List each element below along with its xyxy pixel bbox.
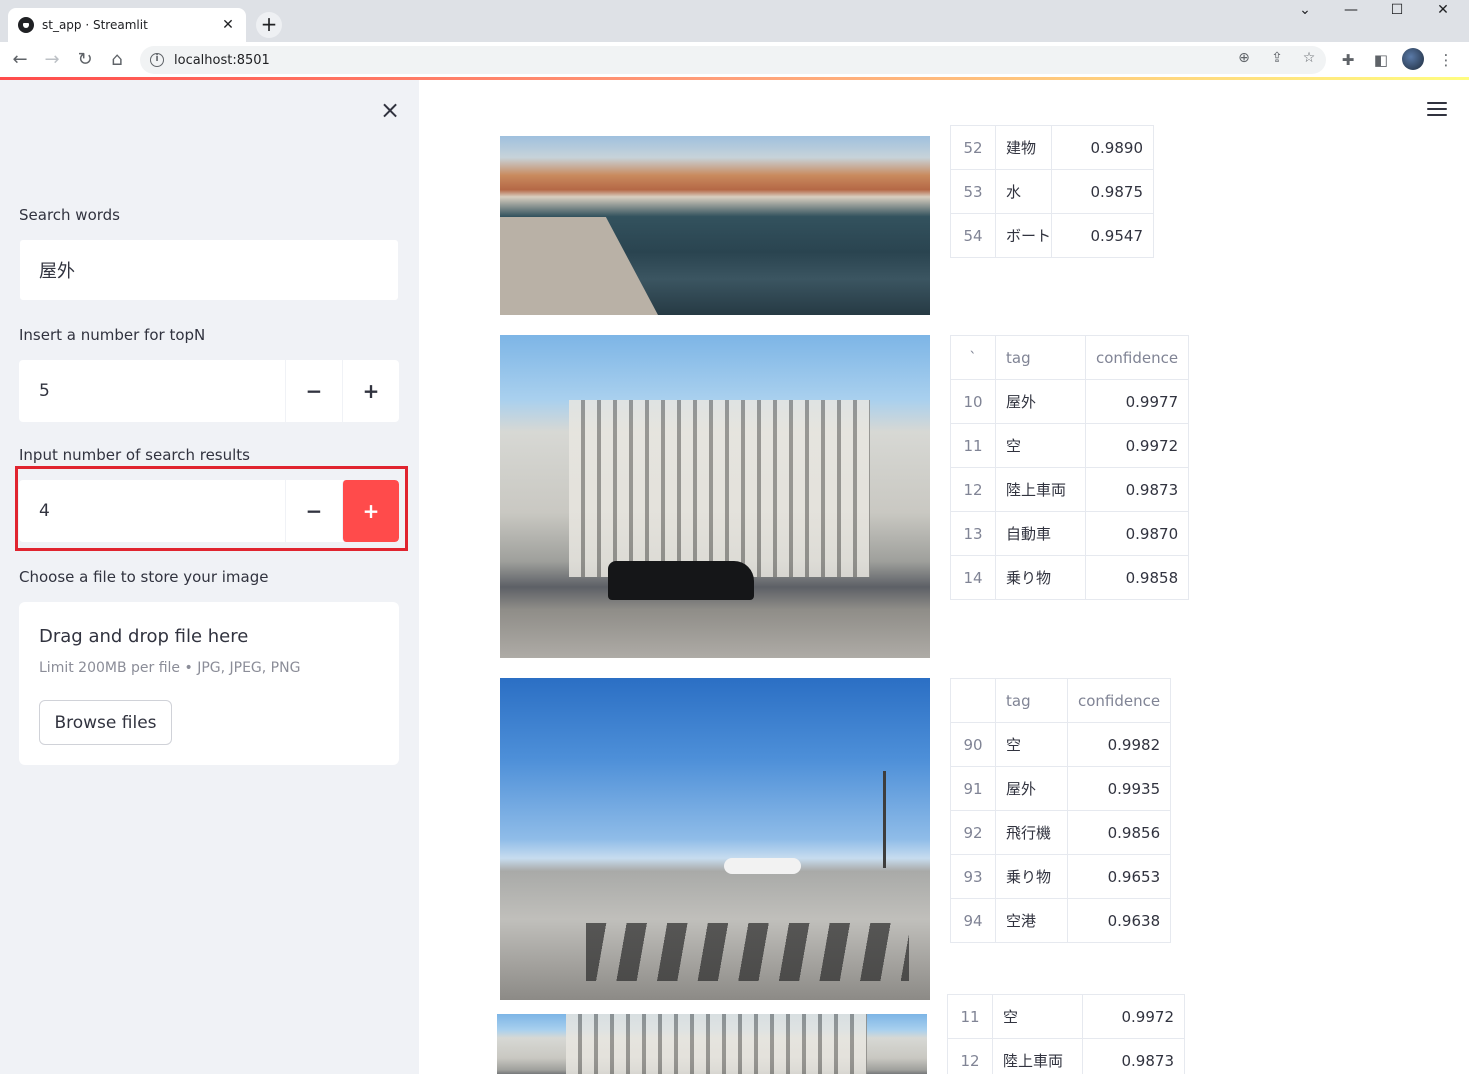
drag-drop-text: Drag and drop file here [39,626,249,647]
table-row: 14 乗り物 0.9858 [950,555,1190,600]
table-row: 12 陸上車両 0.9873 [947,1038,1185,1074]
search-words-input[interactable]: 屋外 [19,239,399,301]
home-icon[interactable]: ⌂ [105,48,129,72]
confidence-header[interactable]: confidence [1084,335,1190,380]
address-bar[interactable]: i localhost:8501 [140,46,1326,74]
tab-close-icon[interactable]: ✕ [220,17,236,33]
result-image-monument [500,335,930,658]
sidebar: × Search words 屋外 Insert a number for to… [0,80,419,1074]
extensions-puzzle-icon[interactable]: ✚ [1338,50,1358,70]
streamlit-favicon-icon [18,17,34,33]
table-row: 52 建物 0.9890 [950,125,1154,170]
table-row: 13 自動車 0.9870 [950,511,1190,556]
side-panel-icon[interactable]: ◧ [1371,50,1391,70]
browser-tab-strip: st_app · Streamlit ✕ + ⌄ — ☐ ✕ [0,0,1469,42]
browser-tab[interactable]: st_app · Streamlit ✕ [8,8,246,42]
table-row: 54 ボート 0.9547 [950,213,1154,258]
zoom-icon[interactable]: ⊕ [1234,48,1254,68]
main-content: 52 建物 0.9890 53 水 0.9875 54 ボート 0.9547 ` tag c… [419,80,1469,1074]
bookmark-star-icon[interactable]: ☆ [1299,48,1319,68]
results-count-label: Input number of search results [19,446,250,464]
hamburger-menu-icon[interactable] [1427,102,1447,118]
table-row: 94 空港 0.9638 [950,898,1172,943]
result-table-4: 11 空 0.9972 12 陸上車両 0.9873 [947,994,1185,1074]
table-row: 90 空 0.9982 [950,722,1172,767]
table-row: 53 水 0.9875 [950,169,1154,214]
search-words-label: Search words [19,206,120,224]
new-tab-button[interactable]: + [256,12,282,38]
file-uploader-label: Choose a file to store your image [19,568,269,586]
index-header: ` [950,335,996,380]
table-row: 12 陸上車両 0.9873 [950,467,1190,512]
result-image-venice [500,136,930,315]
results-count-number-input: 4 − + [19,480,399,542]
topn-label: Insert a number for topN [19,326,206,344]
browser-toolbar: ← → ↻ ⌂ i localhost:8501 ⊕ ⇪ ☆ ✚ ◧ ⋮ [0,42,1469,78]
topn-value[interactable]: 5 [19,360,285,422]
chrome-menu-icon[interactable]: ⋮ [1436,50,1456,70]
file-dropzone[interactable]: Drag and drop file here Limit 200MB per … [19,602,399,765]
results-count-value[interactable]: 4 [19,480,285,542]
table-row: 10 屋外 0.9977 [950,379,1190,424]
results-count-increment-button[interactable]: + [342,480,399,542]
minimize-button[interactable]: — [1328,0,1374,22]
table-row: 92 飛行機 0.9856 [950,810,1172,855]
forward-arrow-icon[interactable]: → [40,48,64,72]
file-limit-text: Limit 200MB per file • JPG, JPEG, PNG [39,660,301,676]
topn-number-input: 5 − + [19,360,399,422]
site-info-icon[interactable]: i [150,53,164,67]
table-row: 91 屋外 0.9935 [950,766,1172,811]
share-icon[interactable]: ⇪ [1267,48,1287,68]
table-row: 11 空 0.9972 [950,423,1190,468]
tag-header[interactable]: tag [995,678,1068,723]
table-header-row: tag confidence [950,678,1172,723]
reload-icon[interactable]: ↻ [73,48,97,72]
browse-files-button[interactable]: Browse files [39,700,172,745]
sidebar-close-icon[interactable]: × [378,98,402,122]
result-image-monument-2 [497,1014,927,1074]
result-table-2: ` tag confidence 10 屋外 0.9977 11 空 0.9972 12… [950,335,1190,600]
window-close-button[interactable]: ✕ [1420,0,1466,22]
tab-title: st_app · Streamlit [42,18,148,32]
confidence-header[interactable]: confidence [1066,678,1172,723]
topn-increment-button[interactable]: + [342,360,399,422]
address-url: localhost:8501 [174,52,270,68]
result-table-3: tag confidence 90 空 0.9982 91 屋外 0.9935 92 飛行… [950,678,1172,943]
tag-header[interactable]: tag [995,335,1086,380]
index-header [950,678,996,723]
topn-decrement-button[interactable]: − [285,360,342,422]
table-row: 93 乗り物 0.9653 [950,854,1172,899]
maximize-button[interactable]: ☐ [1374,0,1420,22]
back-arrow-icon[interactable]: ← [8,48,32,72]
result-table-1: 52 建物 0.9890 53 水 0.9875 54 ボート 0.9547 [950,125,1154,258]
table-header-row: ` tag confidence [950,335,1190,380]
tab-search-icon[interactable]: ⌄ [1282,0,1328,22]
results-count-decrement-button[interactable]: − [285,480,342,542]
result-image-airport [500,678,930,1000]
table-row: 11 空 0.9972 [947,994,1185,1039]
profile-avatar[interactable] [1402,48,1424,70]
